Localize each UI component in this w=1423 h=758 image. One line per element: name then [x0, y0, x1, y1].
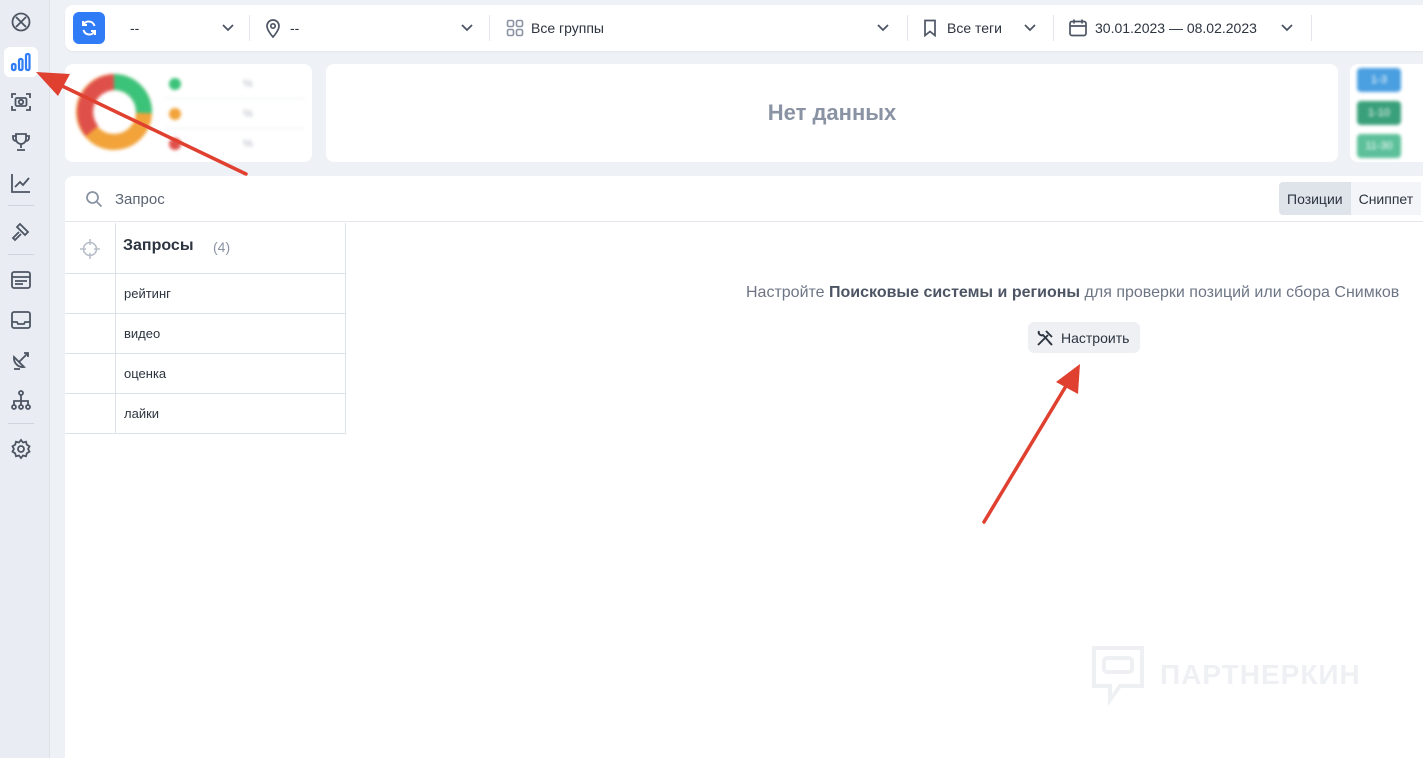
query-text: оценка: [124, 366, 167, 381]
screenshot-camera-icon[interactable]: [9, 90, 33, 114]
row-select-cell[interactable]: [65, 394, 116, 434]
view-tabs: Позиции Сниппет: [1279, 182, 1422, 215]
legend-row: %: [165, 129, 305, 159]
watermark-logo-icon: [1092, 646, 1144, 706]
bar-chart-icon[interactable]: [4, 47, 38, 77]
queries-count: (4): [213, 239, 231, 255]
chevron-down-icon[interactable]: [1279, 19, 1295, 35]
bookmark-icon: [924, 19, 936, 37]
region-select[interactable]: --: [265, 5, 299, 51]
table-row[interactable]: рейтинг: [65, 274, 346, 314]
grid-icon: [506, 19, 524, 37]
watermark: ПАРТНЕРКИН: [1090, 644, 1361, 706]
refresh-button[interactable]: [73, 12, 105, 44]
legend-dot-green: [169, 77, 181, 90]
watermark-text: ПАРТНЕРКИН: [1160, 659, 1361, 690]
positions-donut-card: % % %: [65, 64, 312, 162]
legend-pct: %: [243, 107, 253, 120]
configure-label: Настроить: [1061, 329, 1130, 346]
query-text: рейтинг: [124, 286, 171, 301]
date-range-value: 30.01.2023 — 08.02.2023: [1095, 20, 1257, 36]
row-select-cell[interactable]: [65, 274, 116, 314]
hint-link-text: Поисковые системы и регионы: [829, 284, 1081, 301]
logo-icon[interactable]: [9, 10, 33, 34]
legend-row: %: [165, 69, 305, 99]
table-row[interactable]: лайки: [65, 394, 346, 434]
tab-positions[interactable]: Позиции: [1279, 182, 1351, 215]
query-text: видео: [124, 326, 161, 341]
settings-icon[interactable]: [9, 437, 33, 461]
serp-icon[interactable]: [9, 268, 33, 292]
row-select-cell[interactable]: [65, 354, 116, 394]
query-text: лайки: [124, 406, 160, 421]
tab-snippet[interactable]: Сниппет: [1350, 182, 1422, 215]
query-search-row: Позиции Сниппет: [65, 176, 1423, 222]
inbox-icon[interactable]: [9, 308, 33, 332]
legend-dot-orange: [169, 107, 181, 120]
configure-button[interactable]: Настроить: [1028, 322, 1140, 353]
groups-select[interactable]: Все группы: [506, 5, 604, 51]
legend-pct: %: [243, 77, 253, 90]
donut-chart: [75, 73, 153, 151]
legend-row: %: [165, 99, 305, 129]
no-data-label: Нет данных: [767, 100, 897, 125]
query-search-input[interactable]: [115, 186, 515, 212]
location-pin-icon: [266, 19, 280, 38]
region-value: --: [290, 20, 300, 36]
left-sidebar: [0, 0, 50, 758]
search-engine-value: --: [130, 20, 140, 36]
hammer-icon[interactable]: [9, 219, 33, 243]
filter-bar: -- -- Все группы Все теги 30.01.2023 — 0…: [65, 5, 1423, 51]
legend-pct: %: [243, 138, 253, 150]
chevron-down-icon[interactable]: [220, 19, 236, 35]
top-badge: 11-30: [1357, 134, 1401, 158]
trend-line-icon[interactable]: [9, 171, 33, 195]
tags-value: Все теги: [947, 20, 1002, 36]
chevron-down-icon[interactable]: [1022, 19, 1038, 35]
chevron-down-icon[interactable]: [875, 19, 891, 35]
calendar-icon: [1069, 19, 1087, 37]
trophy-icon[interactable]: [9, 130, 33, 154]
satellite-icon[interactable]: [9, 348, 33, 372]
setup-hint: Настройте Поисковые системы и регионы дл…: [746, 284, 1399, 302]
chart-card: Нет данных: [326, 64, 1338, 162]
target-icon[interactable]: [65, 223, 116, 274]
search-icon: [86, 191, 103, 208]
groups-value: Все группы: [531, 20, 604, 36]
table-row[interactable]: видео: [65, 314, 346, 354]
legend-dot-red: [169, 138, 181, 150]
sitemap-icon[interactable]: [9, 388, 33, 412]
top-badge: 1-3: [1357, 68, 1401, 92]
table-row[interactable]: оценка: [65, 354, 346, 394]
chevron-down-icon[interactable]: [459, 19, 475, 35]
tags-select[interactable]: Все теги: [923, 5, 1002, 51]
queries-title: Запросы: [123, 237, 194, 254]
hint-suffix: для проверки позиций или сбора Снимков: [1080, 284, 1400, 301]
queries-header: Запросы (4): [65, 223, 346, 274]
search-engine-select[interactable]: --: [130, 5, 139, 51]
hint-prefix: Настройте: [746, 284, 830, 301]
row-select-cell[interactable]: [65, 314, 116, 354]
tools-icon: [1035, 328, 1055, 348]
top-badge: 1-10: [1357, 101, 1401, 125]
date-range-picker[interactable]: 30.01.2023 — 08.02.2023: [1068, 5, 1257, 51]
